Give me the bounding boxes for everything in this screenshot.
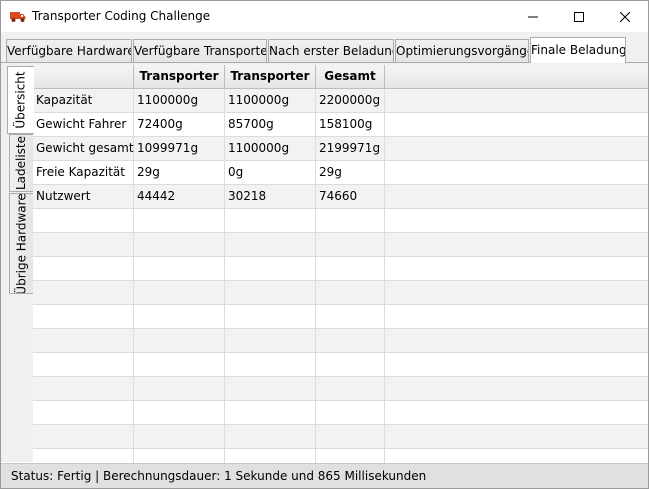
empty-table-row (33, 377, 648, 401)
minimize-button[interactable] (510, 1, 556, 32)
side-tab-ladeliste[interactable]: Ladeliste (9, 134, 33, 192)
empty-table-row (33, 353, 648, 377)
empty-table-row (33, 305, 648, 329)
column-header-transporter-2[interactable]: Transporter 2 (225, 65, 316, 106)
tab-content: Übersicht Ladeliste Übrige Hardware Tran… (1, 62, 648, 463)
app-window: Transporter Coding Challenge Verfügbare … (0, 0, 649, 489)
column-header-filler (385, 65, 648, 89)
status-bar: Status: Fertig | Berechnungsdauer: 1 Sek… (1, 463, 648, 488)
cell-transporter-1: 44442 (134, 185, 225, 208)
close-button[interactable] (602, 1, 648, 32)
cell-transporter-2: 0g (225, 161, 316, 184)
minimize-icon (528, 16, 538, 17)
table-row[interactable]: Nutzwert 44442 30218 74660 (33, 185, 648, 209)
side-tab-label: Ladeliste (14, 135, 29, 191)
row-label: Kapazität (33, 89, 134, 112)
cell-gesamt: 29g (316, 161, 385, 184)
empty-table-row (33, 449, 648, 463)
truck-icon (10, 10, 26, 23)
status-text: Status: Fertig | Berechnungsdauer: 1 Sek… (11, 469, 427, 483)
column-header-label[interactable] (33, 65, 134, 89)
tab-nach-erster-beladung[interactable]: Nach erster Beladung (268, 39, 394, 63)
cell-gesamt: 158100g (316, 113, 385, 136)
tab-verfuegbare-hardware[interactable]: Verfügbare Hardware (6, 39, 132, 63)
table-row[interactable]: Kapazität 1100000g 1100000g 2200000g (33, 89, 648, 113)
maximize-button[interactable] (556, 1, 602, 32)
empty-table-row (33, 329, 648, 353)
side-tab-label: Übrige Hardware (14, 193, 29, 294)
cell-gesamt: 2199971g (316, 137, 385, 160)
empty-table-row (33, 425, 648, 449)
cell-gesamt: 74660 (316, 185, 385, 208)
window-title: Transporter Coding Challenge (32, 9, 211, 23)
cell-transporter-1: 29g (134, 161, 225, 184)
row-label: Nutzwert (33, 185, 134, 208)
side-tab-uebersicht[interactable]: Übersicht (7, 66, 34, 134)
cell-transporter-2: 1100000g (225, 137, 316, 160)
side-tab-label: Übersicht (14, 71, 28, 129)
cell-transporter-1: 1099971g (134, 137, 225, 160)
cell-transporter-1: 72400g (134, 113, 225, 136)
cell-gesamt: 2200000g (316, 89, 385, 112)
overview-table[interactable]: Transporter 1 Transporter 2 Gesamt Kapaz… (33, 65, 648, 463)
empty-table-row (33, 233, 648, 257)
tab-finale-beladung[interactable]: Finale Beladung (530, 37, 626, 63)
cell-transporter-2: 85700g (225, 113, 316, 136)
empty-table-row (33, 209, 648, 233)
column-header-transporter-1[interactable]: Transporter 1 (134, 65, 225, 106)
table-row[interactable]: Freie Kapazität 29g 0g 29g (33, 161, 648, 185)
table-row[interactable]: Gewicht Fahrer 72400g 85700g 158100g (33, 113, 648, 137)
row-label: Freie Kapazität (33, 161, 134, 184)
title-bar[interactable]: Transporter Coding Challenge (1, 1, 648, 32)
empty-table-row (33, 401, 648, 425)
tab-optimierungsvorgaenge[interactable]: Optimierungsvorgänge (395, 39, 529, 63)
row-label: Gewicht gesamt (33, 137, 134, 160)
side-tab-uebrige-hardware[interactable]: Übrige Hardware (9, 193, 33, 294)
column-header-gesamt[interactable]: Gesamt (316, 65, 385, 89)
empty-table-row (33, 257, 648, 281)
cell-transporter-2: 30218 (225, 185, 316, 208)
close-icon (620, 11, 630, 22)
tab-verfuegbare-transporter[interactable]: Verfügbare Transporter (133, 39, 267, 63)
row-label: Gewicht Fahrer (33, 113, 134, 136)
cell-transporter-1: 1100000g (134, 89, 225, 112)
empty-table-row (33, 281, 648, 305)
table-row[interactable]: Gewicht gesamt 1099971g 1100000g 2199971… (33, 137, 648, 161)
maximize-icon (574, 11, 584, 22)
main-tab-strip: Verfügbare Hardware Verfügbare Transport… (1, 32, 648, 63)
cell-transporter-2: 1100000g (225, 89, 316, 112)
